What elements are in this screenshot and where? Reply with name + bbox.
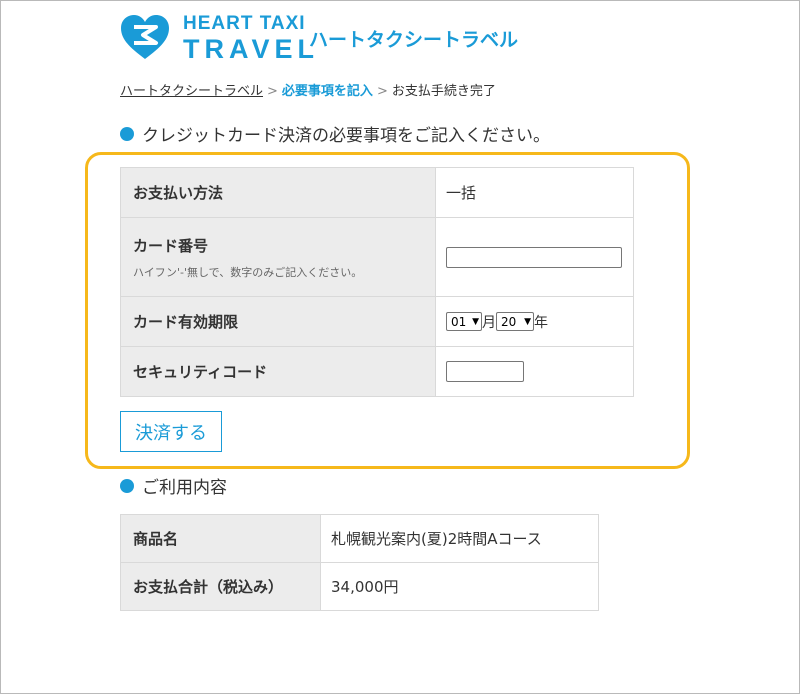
bullet-dot-icon: [120, 478, 134, 493]
payment-method-label: お支払い方法: [120, 167, 436, 218]
site-title: ハートタクシートラベル: [309, 29, 519, 51]
breadcrumb-separator: >: [267, 84, 278, 99]
payment-heading-text: クレジットカード決済の必要事項をご記入ください。: [142, 126, 550, 146]
breadcrumb-next: お支払手続き完了: [391, 84, 496, 99]
security-code-input[interactable]: [446, 361, 524, 382]
usage-table: 商品名 札幌観光案内(夏)2時間Aコース お支払合計（税込み） 34,000円: [120, 514, 599, 611]
usage-section-heading: ご利用内容: [120, 473, 227, 498]
payment-form-table: お支払い方法 一括 カード番号 ハイフン'-'無しで、数字のみご記入ください。 …: [120, 167, 634, 397]
breadcrumb-separator: >: [376, 84, 388, 99]
card-number-label: カード番号: [133, 236, 209, 255]
table-row: お支払合計（税込み） 34,000円: [120, 562, 599, 611]
logo-bottom-text: TRAVEL: [183, 34, 319, 64]
table-row: セキュリティコード: [120, 346, 634, 397]
breadcrumb-home-link[interactable]: ハートタクシートラベル: [120, 84, 263, 99]
chevron-down-icon: ▼: [524, 316, 531, 327]
submit-payment-button[interactable]: 決済する: [120, 411, 222, 452]
security-code-cell: [435, 346, 634, 397]
table-row: 商品名 札幌観光案内(夏)2時間Aコース: [120, 514, 599, 563]
expiry-month-value: 01: [451, 314, 467, 329]
logo-top-text: HEART TAXI: [183, 13, 306, 34]
total-value: 34,000円: [320, 562, 599, 611]
breadcrumb: ハートタクシートラベル > 必要事項を記入 > お支払手続き完了: [120, 80, 496, 99]
total-label: お支払合計（税込み）: [120, 562, 321, 611]
breadcrumb-current: 必要事項を記入: [281, 84, 373, 99]
year-unit: 年: [534, 314, 548, 331]
payment-section-heading: クレジットカード決済の必要事項をご記入ください。: [120, 121, 550, 146]
security-code-label: セキュリティコード: [120, 346, 436, 397]
month-unit: 月: [482, 314, 496, 331]
product-name-value: 札幌観光案内(夏)2時間Aコース: [320, 514, 599, 563]
expiry-month-select[interactable]: 01 ▼: [446, 312, 482, 331]
usage-heading-text: ご利用内容: [142, 478, 227, 498]
product-name-label: 商品名: [120, 514, 321, 563]
chevron-down-icon: ▼: [472, 316, 479, 327]
card-number-note: ハイフン'-'無しで、数字のみご記入ください。: [133, 265, 363, 279]
logo-wordmark[interactable]: HEART TAXI TRAVEL: [183, 13, 319, 63]
expiry-cell: 01 ▼ 月 20 ▼ 年: [435, 296, 634, 347]
expiry-label: カード有効期限: [120, 296, 436, 347]
heart-taxi-logo-icon[interactable]: [119, 13, 171, 61]
expiry-year-value: 20: [501, 314, 517, 329]
bullet-dot-icon: [120, 126, 134, 141]
table-row: カード有効期限 01 ▼ 月 20 ▼ 年: [120, 296, 634, 347]
table-row: お支払い方法 一括: [120, 167, 634, 218]
card-number-cell: [435, 217, 634, 297]
table-row: カード番号 ハイフン'-'無しで、数字のみご記入ください。: [120, 217, 634, 297]
payment-method-value: 一括: [435, 167, 634, 218]
expiry-year-select[interactable]: 20 ▼: [496, 312, 534, 331]
card-number-label-cell: カード番号 ハイフン'-'無しで、数字のみご記入ください。: [120, 217, 436, 297]
card-number-input[interactable]: [446, 246, 622, 268]
